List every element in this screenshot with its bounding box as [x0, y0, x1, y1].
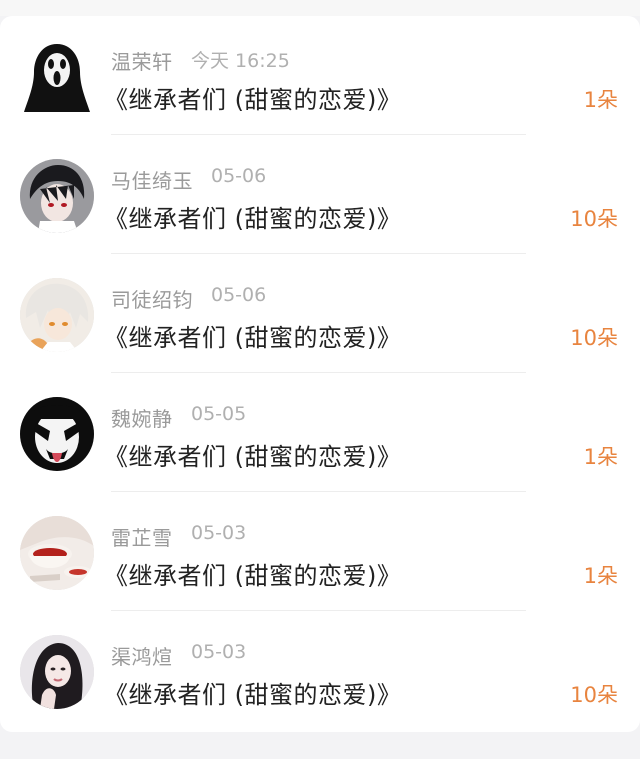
send-time: 05-03	[191, 641, 247, 663]
gift-list-card: 温荣轩 今天 16:25 《继承者们 (甜蜜的恋爱)》 1朵 马佳绮玉 05-0…	[0, 16, 640, 732]
send-time: 05-06	[211, 165, 267, 187]
drama-title[interactable]: 《继承者们 (甜蜜的恋爱)》	[104, 556, 401, 591]
sender-name[interactable]: 渠鸿煊	[111, 641, 173, 670]
sender-name[interactable]: 魏婉静	[111, 403, 173, 432]
gift-list-item[interactable]: 魏婉静 05-05 《继承者们 (甜蜜的恋爱)》 1朵	[0, 373, 640, 492]
kiss-face-paint-icon	[20, 397, 94, 471]
sender-name[interactable]: 雷芷雪	[111, 522, 173, 551]
flower-count: 10朵	[570, 326, 618, 350]
gift-list-item[interactable]: 温荣轩 今天 16:25 《继承者们 (甜蜜的恋爱)》 1朵	[0, 16, 640, 135]
avatar-tea-cup[interactable]	[20, 516, 94, 590]
avatar-scream-mask[interactable]	[20, 40, 94, 114]
flower-count: 10朵	[570, 683, 618, 707]
sender-name[interactable]: 温荣轩	[111, 46, 173, 75]
gift-list-item[interactable]: 司徒绍钧 05-06 《继承者们 (甜蜜的恋爱)》 10朵	[0, 254, 640, 373]
drama-title[interactable]: 《继承者们 (甜蜜的恋爱)》	[104, 437, 401, 472]
send-time: 05-03	[191, 522, 247, 544]
drama-title[interactable]: 《继承者们 (甜蜜的恋爱)》	[104, 80, 401, 115]
drama-title[interactable]: 《继承者们 (甜蜜的恋爱)》	[104, 675, 401, 710]
flower-count: 1朵	[583, 564, 618, 588]
portrait-girl-icon	[20, 635, 94, 709]
flower-count: 10朵	[570, 207, 618, 231]
avatar-portrait-girl[interactable]	[20, 635, 94, 709]
send-time: 05-05	[191, 403, 247, 425]
tea-cup-icon	[20, 516, 94, 590]
sender-name[interactable]: 马佳绮玉	[111, 165, 193, 194]
flower-count: 1朵	[583, 88, 618, 112]
avatar-anime-boy[interactable]	[20, 159, 94, 233]
scream-mask-icon	[20, 40, 94, 114]
sender-name[interactable]: 司徒绍钧	[111, 284, 193, 313]
anime-boy-icon	[20, 159, 94, 233]
drama-title[interactable]: 《继承者们 (甜蜜的恋爱)》	[104, 199, 401, 234]
avatar-kiss-face-paint[interactable]	[20, 397, 94, 471]
white-hair-anime-icon	[20, 278, 94, 352]
drama-title[interactable]: 《继承者们 (甜蜜的恋爱)》	[104, 318, 401, 353]
flower-count: 1朵	[583, 445, 618, 469]
gift-list-item[interactable]: 马佳绮玉 05-06 《继承者们 (甜蜜的恋爱)》 10朵	[0, 135, 640, 254]
top-strip	[0, 0, 640, 16]
send-time: 今天 16:25	[191, 50, 290, 72]
gift-list-item[interactable]: 雷芷雪 05-03 《继承者们 (甜蜜的恋爱)》 1朵	[0, 492, 640, 611]
avatar-white-hair-anime[interactable]	[20, 278, 94, 352]
send-time: 05-06	[211, 284, 267, 306]
gift-list-item[interactable]: 渠鸿煊 05-03 《继承者们 (甜蜜的恋爱)》 10朵	[0, 611, 640, 730]
